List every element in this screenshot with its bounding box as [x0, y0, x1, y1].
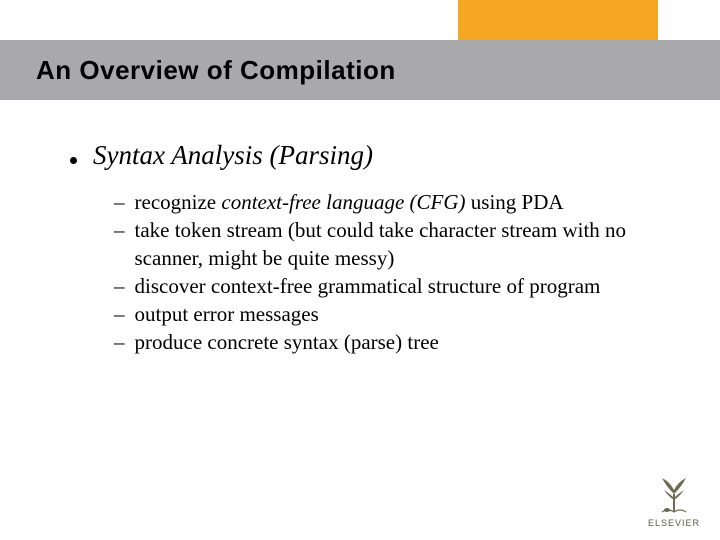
sub-bullet-list: – recognize context-free language (CFG) … — [114, 189, 670, 357]
sub-bullet-text: output error messages — [135, 301, 671, 328]
dash-icon: – — [114, 217, 125, 244]
main-bullet-text: Syntax Analysis (Parsing) — [93, 140, 373, 171]
sub-bullet-item: – produce concrete syntax (parse) tree — [114, 329, 670, 356]
publisher-name: ELSEVIER — [648, 518, 700, 528]
sub-bullet-prefix: recognize — [135, 190, 222, 214]
publisher-logo: ELSEVIER — [648, 472, 700, 528]
content-area: Syntax Analysis (Parsing) – recognize co… — [70, 140, 670, 358]
dash-icon: – — [114, 189, 125, 216]
sub-bullet-text: take token stream (but could take charac… — [135, 217, 671, 272]
sub-bullet-item: – take token stream (but could take char… — [114, 217, 670, 272]
dash-icon: – — [114, 329, 125, 356]
dash-icon: – — [114, 273, 125, 300]
sub-bullet-suffix: using PDA — [466, 190, 564, 214]
sub-bullet-text: recognize context-free language (CFG) us… — [135, 189, 671, 216]
sub-bullet-italic: context-free language (CFG) — [221, 190, 465, 214]
sub-bullet-item: – output error messages — [114, 301, 670, 328]
elsevier-tree-icon — [652, 472, 696, 516]
sub-bullet-item: – discover context-free grammatical stru… — [114, 273, 670, 300]
title-bar: An Overview of Compilation — [0, 40, 720, 100]
slide-title: An Overview of Compilation — [36, 55, 396, 86]
sub-bullet-text: discover context-free grammatical struct… — [135, 273, 671, 300]
dash-icon: – — [114, 301, 125, 328]
sub-bullet-text: produce concrete syntax (parse) tree — [135, 329, 671, 356]
bullet-icon — [70, 157, 77, 164]
main-bullet-row: Syntax Analysis (Parsing) — [70, 140, 670, 171]
sub-bullet-item: – recognize context-free language (CFG) … — [114, 189, 670, 216]
